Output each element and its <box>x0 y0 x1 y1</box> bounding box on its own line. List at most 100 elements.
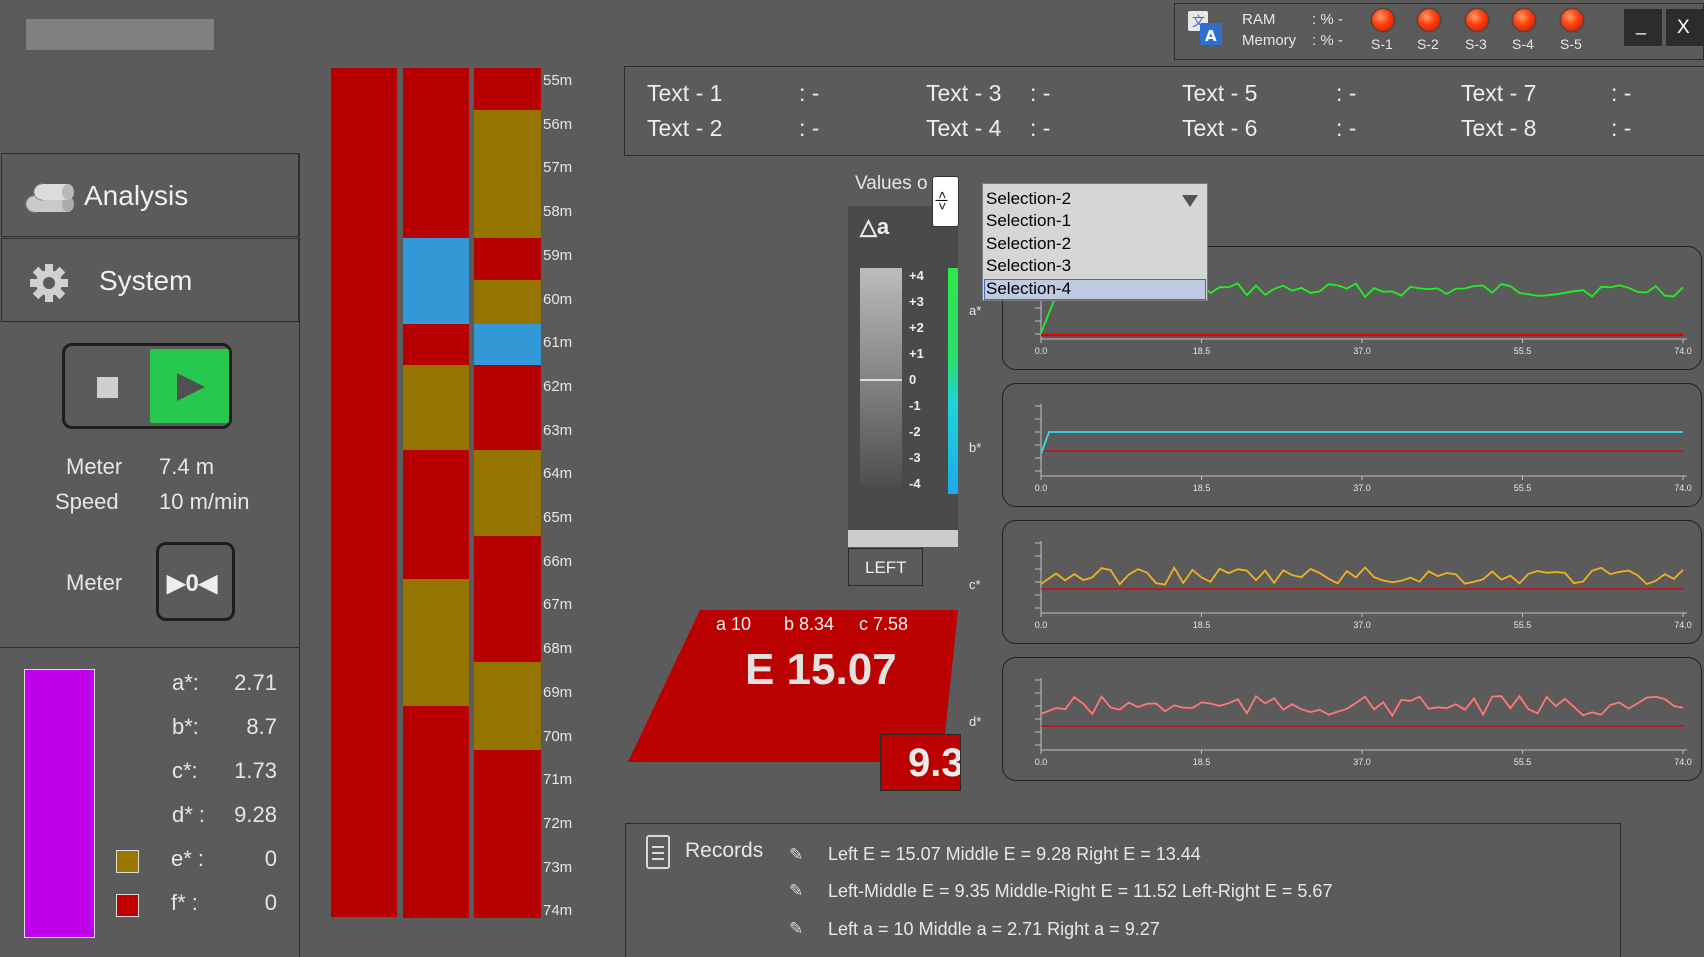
chart-x-tick-label: 18.5 <box>1193 620 1211 630</box>
gauge-tick-label: 0 <box>909 372 917 387</box>
value-number: 1.73 <box>234 758 277 783</box>
memory-label: Memory <box>1242 32 1297 49</box>
close-label: X <box>1677 17 1690 38</box>
ruler-label: 71m <box>543 771 573 789</box>
track-segment <box>403 238 469 324</box>
ruler-label: 55m <box>543 72 573 89</box>
chart-svg: 0.0 18.5 37.0 55.5 74.0 <box>1035 404 1692 493</box>
ruler-label: 64m <box>543 465 573 483</box>
track-segment <box>474 662 541 750</box>
ruler-label: 74m <box>543 902 573 920</box>
dropdown-selected: Selection-2 <box>986 189 1072 208</box>
gauge-tick-label: -2 <box>909 424 921 439</box>
dropdown-option-3[interactable]: Selection-3 <box>986 256 1071 276</box>
text-field-value: : - <box>1030 115 1051 141</box>
nav-system[interactable]: System <box>1 238 299 322</box>
status-lamp-label: S-3 <box>1465 36 1487 52</box>
chart-x-tick-label: 74.0 <box>1674 346 1692 356</box>
track-segment <box>474 279 541 324</box>
ruler-label: 60m <box>543 290 573 308</box>
status-lamp-label: S-5 <box>1560 36 1582 52</box>
translate-icon[interactable]: 文 A <box>1188 11 1222 45</box>
chart-x-tick-label: 0.0 <box>1035 483 1048 493</box>
value-label: f* : <box>171 890 198 915</box>
ruler-label: 65m <box>543 509 573 526</box>
text-field-value: : - <box>1336 115 1357 141</box>
play-stop-control <box>62 343 232 429</box>
left-button[interactable]: LEFT <box>848 548 923 586</box>
close-button[interactable]: X <box>1666 9 1704 46</box>
view-toggle-button[interactable]: <|> <box>932 176 959 227</box>
records-icon <box>646 835 670 869</box>
result-a: a 10 <box>716 614 752 634</box>
value-number: 8.7 <box>246 714 277 739</box>
value-label: b*: <box>172 714 199 739</box>
chart-x-tick-label: 18.5 <box>1193 757 1211 767</box>
stop-button[interactable] <box>68 349 148 423</box>
ruler-label: 63m <box>543 421 573 439</box>
value-number: 0 <box>264 890 277 915</box>
value-label: e* : <box>171 846 205 871</box>
text-field-value: : - <box>1611 80 1632 106</box>
text-field-value: : - <box>1030 80 1051 106</box>
chart-panel: 0.0 18.5 37.0 55.5 74.0 <box>1002 383 1702 507</box>
result-b: b 8.34 <box>784 614 835 634</box>
result-e: E 15.07 <box>745 645 897 694</box>
chart-axis <box>1040 404 1687 477</box>
track-display <box>330 67 542 918</box>
records-icon-line <box>652 852 664 854</box>
text-field-label: Text - 1 <box>647 80 723 106</box>
meter-value: 7.4 m <box>159 454 215 479</box>
nav-analysis[interactable]: Analysis <box>1 153 299 237</box>
chart-label: b* <box>969 440 982 455</box>
value-label: d* : <box>172 802 206 827</box>
ruler-label: 56m <box>543 115 573 133</box>
ruler-label: 73m <box>543 858 573 876</box>
chart-panel: 0.0 18.5 37.0 55.5 74.0 <box>1002 657 1702 781</box>
chart-label: c* <box>969 577 981 592</box>
track-segment <box>403 365 469 451</box>
ruler-label: 59m <box>543 246 573 264</box>
pencil-icon: ✎ <box>789 845 804 864</box>
record-line-3: Left a = 10 Middle a = 2.71 Right a = 9.… <box>828 919 1160 939</box>
chevron-down-icon <box>1182 195 1198 207</box>
track-segment <box>403 579 469 706</box>
minimize-button[interactable]: _ <box>1624 9 1662 46</box>
gauge-tick-label: +2 <box>909 320 924 335</box>
play-button[interactable] <box>150 349 229 423</box>
pencil-icon: ✎ <box>789 881 804 900</box>
result-c: c 7.58 <box>859 614 909 634</box>
text-field-label: Text - 6 <box>1182 115 1258 141</box>
ruler-label: 58m <box>543 203 573 221</box>
dropdown-option-4[interactable]: Selection-4 <box>986 279 1071 299</box>
chart-x-tick-label: 37.0 <box>1353 757 1371 767</box>
record-line-1: Left E = 15.07 Middle E = 9.28 Right E =… <box>828 844 1201 864</box>
track-right <box>474 68 541 918</box>
meter-reset-label: Meter <box>66 570 123 595</box>
value-number: 9.28 <box>234 802 277 827</box>
chart-x-tick-label: 74.0 <box>1674 620 1692 630</box>
records-icon-line <box>652 858 664 860</box>
text-field-label: Text - 5 <box>1182 80 1258 106</box>
value-label: a*: <box>172 670 199 695</box>
speed-value: 10 m/min <box>159 489 250 514</box>
ruler-label: 68m <box>543 640 573 658</box>
ruler-label: 67m <box>543 596 573 614</box>
ruler-label: 61m <box>543 334 573 352</box>
meter-reset-button[interactable]: ▶0◀ <box>156 542 235 621</box>
values-label: Values o <box>855 173 928 194</box>
delta-label: △a <box>860 214 890 239</box>
gauge-bar <box>860 268 902 486</box>
text-field-label: Text - 3 <box>926 80 1002 106</box>
track-segment <box>403 450 469 580</box>
dropdown-option-1[interactable]: Selection-1 <box>986 211 1071 231</box>
view-toggle-label: <|> <box>934 191 950 210</box>
ram-label: RAM <box>1242 11 1276 28</box>
chart-axis <box>1040 678 1687 751</box>
value-number: 0 <box>264 846 277 871</box>
minimize-label: _ <box>1636 15 1647 35</box>
track-segment <box>403 323 469 366</box>
dropdown-option-2[interactable]: Selection-2 <box>986 234 1071 254</box>
chart-x-tick-label: 0.0 <box>1035 757 1048 767</box>
chart-x-tick-label: 55.5 <box>1514 346 1532 356</box>
